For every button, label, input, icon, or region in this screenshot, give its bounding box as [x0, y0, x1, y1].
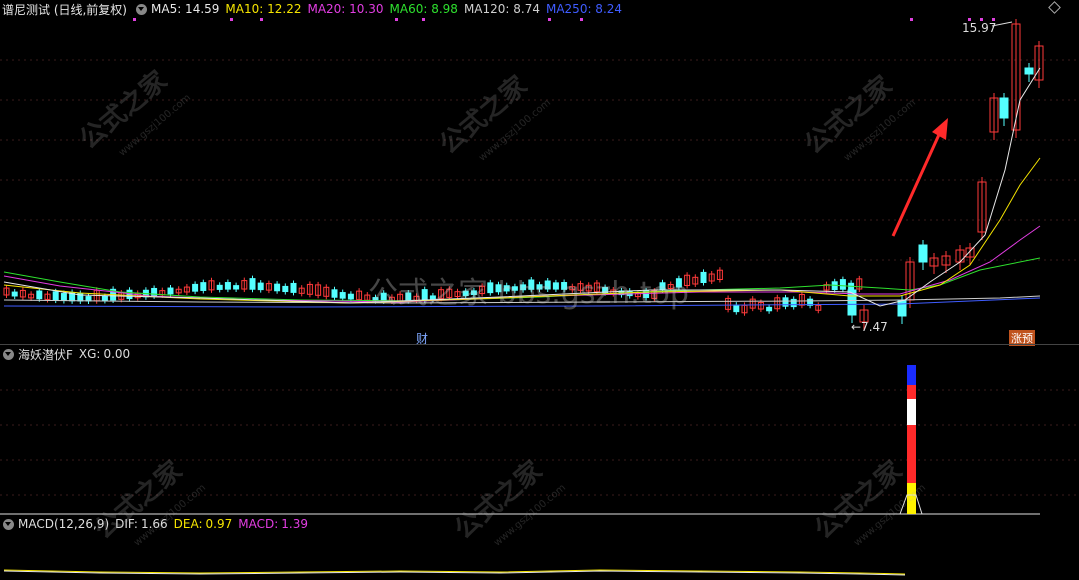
- candle-body: [216, 284, 223, 290]
- low-price-label: ←7.47: [851, 320, 888, 334]
- signal-dot: [133, 18, 136, 21]
- signal-bar-segment: [907, 425, 916, 483]
- candle-body: [999, 97, 1009, 119]
- signal-dot: [422, 18, 425, 21]
- signal-dot: [910, 18, 913, 21]
- candle-body: [897, 299, 907, 317]
- signal-dot: [260, 18, 263, 21]
- candle-body: [249, 278, 256, 290]
- candle-body: [766, 306, 773, 312]
- candle-body: [60, 293, 67, 302]
- candle-body: [1024, 67, 1034, 75]
- candle-body: [85, 296, 92, 302]
- candle-body: [200, 282, 207, 291]
- candle-body: [101, 295, 108, 301]
- signal-dot: [580, 18, 583, 21]
- signal-dot: [548, 18, 551, 21]
- trend-arrow-head-icon: [932, 118, 948, 140]
- candle-body: [839, 279, 846, 290]
- candle-body: [192, 283, 199, 292]
- candle-body: [257, 282, 264, 291]
- candle-body: [167, 287, 174, 295]
- candle-body: [339, 292, 346, 299]
- candle-body: [733, 304, 740, 313]
- candle-body: [331, 289, 338, 298]
- candle-body: [790, 298, 797, 308]
- high-price-label: 15.97: [962, 21, 997, 35]
- signal-dot: [230, 18, 233, 21]
- candle-body: [52, 291, 59, 301]
- candle-body: [233, 285, 240, 290]
- price-panel[interactable]: 谱尼测试 (日线,前复权) MA5: 14.59 MA10: 12.22 MA20:…: [0, 0, 1079, 346]
- signal-dot: [395, 18, 398, 21]
- candle-body: [347, 293, 354, 300]
- candle-body: [282, 285, 289, 293]
- candle-body: [918, 244, 928, 263]
- signal-bar-segment: [907, 365, 916, 385]
- center-watermark: 公式之家 bbs.gszh.top: [368, 276, 689, 311]
- candle-body: [290, 282, 297, 293]
- candle-body: [36, 290, 43, 300]
- signal-bar-segment: [907, 399, 916, 425]
- candle-body: [700, 271, 707, 283]
- signal-bar-segment: [907, 385, 916, 399]
- candle-body: [11, 291, 18, 297]
- candle-body: [274, 283, 281, 292]
- trend-arrow-icon: [891, 127, 944, 237]
- candle-body: [224, 282, 231, 290]
